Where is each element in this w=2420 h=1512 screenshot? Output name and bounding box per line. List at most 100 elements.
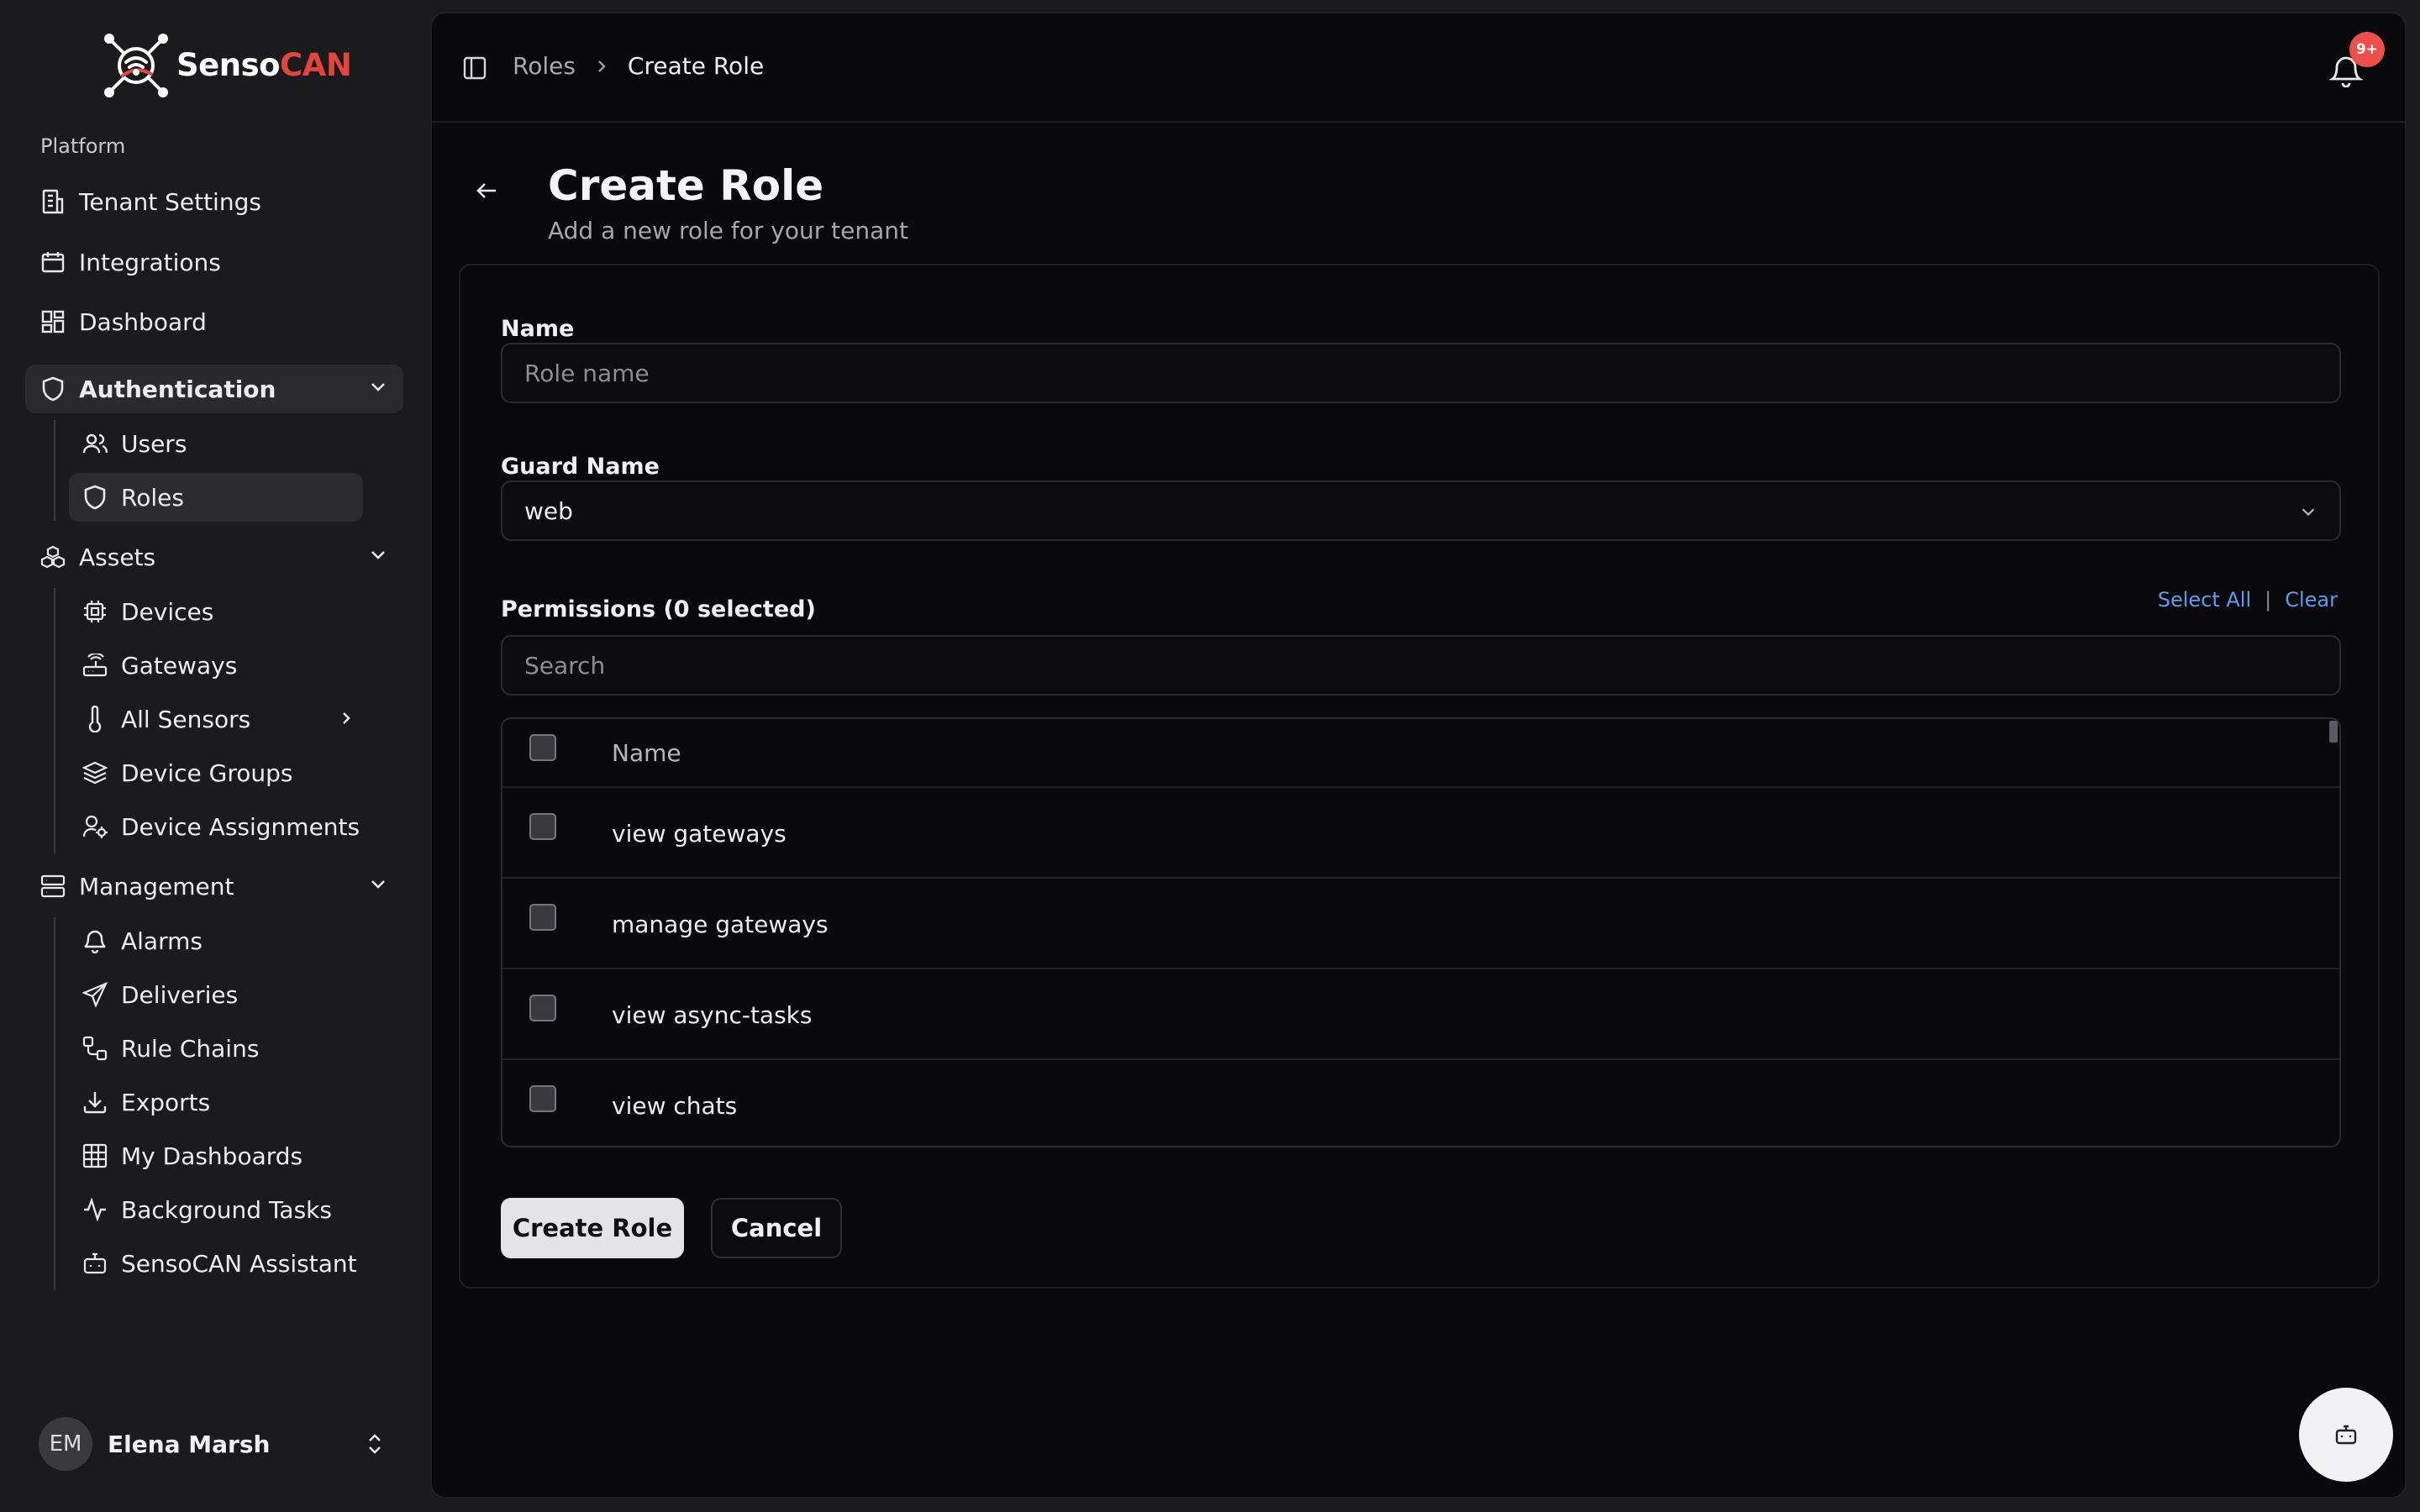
clear-link[interactable]: Clear — [2285, 588, 2338, 612]
tree-line-assets — [54, 588, 55, 853]
users-icon — [81, 429, 109, 458]
permissions-search-input[interactable]: Search — [501, 635, 2341, 696]
sidebar-item-background-tasks[interactable]: Background Tasks — [69, 1185, 363, 1234]
table-row[interactable]: manage gateways — [502, 879, 2339, 969]
app-logo-text: SensoCAN — [176, 46, 352, 83]
breadcrumb-roles-link[interactable]: Roles — [513, 52, 576, 80]
breadcrumb: Roles Create Role — [513, 52, 764, 80]
role-name-input[interactable]: Role name — [501, 343, 2341, 403]
thermometer-icon — [81, 705, 109, 733]
avatar: EM — [39, 1417, 92, 1471]
section-label-platform: Platform — [40, 134, 126, 158]
sidebar: SensoCAN Platform Tenant Settings Integr… — [0, 0, 430, 1512]
bot-icon — [81, 1249, 109, 1278]
table-scrollbar[interactable] — [2329, 721, 2338, 743]
sidebar-item-deliveries[interactable]: Deliveries — [69, 970, 363, 1019]
sidebar-item-users[interactable]: Users — [69, 419, 363, 468]
bot-icon — [2333, 1423, 2359, 1446]
layers-icon — [81, 759, 109, 787]
permission-name: view gateways — [612, 820, 786, 848]
download-icon — [81, 1088, 109, 1116]
select-all-link[interactable]: Select All — [2158, 588, 2251, 612]
table-row[interactable]: view gateways — [502, 788, 2339, 879]
sidebar-group-assets[interactable]: Assets — [25, 533, 403, 581]
chevron-down-icon — [2299, 502, 2317, 521]
sidebar-item-rule-chains[interactable]: Rule Chains — [69, 1024, 363, 1073]
sidebar-group-management[interactable]: Management — [25, 862, 403, 911]
page-title: Create Role — [548, 161, 824, 210]
sidebar-toggle-icon[interactable] — [462, 55, 487, 81]
permission-name: manage gateways — [612, 911, 829, 938]
sidebar-item-dashboard[interactable]: Dashboard — [25, 297, 403, 346]
row-checkbox[interactable] — [529, 995, 556, 1021]
row-checkbox[interactable] — [529, 813, 556, 840]
shield-icon — [39, 375, 67, 403]
sensocan-logo-icon — [101, 32, 171, 97]
chevron-right-icon[interactable] — [336, 708, 356, 728]
sidebar-item-my-dashboards[interactable]: My Dashboards — [69, 1131, 363, 1180]
back-arrow-icon[interactable] — [474, 178, 499, 203]
user-name: Elena Marsh — [108, 1430, 271, 1458]
workflow-icon — [81, 1034, 109, 1063]
boxes-icon — [39, 543, 67, 571]
name-label: Name — [501, 316, 575, 342]
permission-name: view async-tasks — [612, 1001, 813, 1029]
sidebar-item-roles[interactable]: Roles — [69, 473, 363, 522]
table-grid-icon — [81, 1142, 109, 1170]
shield-icon — [81, 483, 109, 512]
sidebar-item-alarms[interactable]: Alarms — [69, 916, 363, 965]
tree-line-authentication — [54, 420, 55, 521]
send-icon — [81, 980, 109, 1009]
user-cog-icon — [81, 812, 109, 841]
sidebar-item-devices[interactable]: Devices — [69, 587, 363, 636]
router-icon — [81, 651, 109, 680]
sidebar-item-sensocan-assistant[interactable]: SensoCAN Assistant — [69, 1239, 363, 1288]
breadcrumb-current: Create Role — [627, 52, 765, 80]
sidebar-item-gateways[interactable]: Gateways — [69, 641, 363, 690]
create-role-form: Name Role name Guard Name web Permission… — [459, 264, 2380, 1289]
assistant-fab-button[interactable] — [2299, 1388, 2393, 1482]
chevron-down-icon — [368, 376, 388, 396]
cancel-button[interactable]: Cancel — [711, 1198, 842, 1258]
building-icon — [39, 187, 67, 216]
user-menu[interactable]: EM Elena Marsh — [39, 1416, 392, 1472]
chevrons-up-down-icon — [365, 1431, 385, 1457]
permissions-actions: Select All | Clear — [2158, 588, 2338, 612]
select-all-checkbox[interactable] — [529, 734, 556, 761]
permissions-label: Permissions (0 selected) — [501, 596, 816, 622]
top-bar: Roles Create Role 9+ — [432, 13, 2405, 123]
main-panel: Roles Create Role 9+ Create Role Add a n… — [430, 12, 2407, 1499]
row-checkbox[interactable] — [529, 904, 556, 931]
sidebar-item-all-sensors[interactable]: All Sensors — [69, 695, 363, 743]
tree-line-management — [54, 917, 55, 1290]
guard-name-value: web — [524, 496, 573, 525]
bell-icon — [81, 927, 109, 955]
separator: | — [2265, 588, 2272, 612]
page-subtitle: Add a new role for your tenant — [548, 217, 908, 244]
table-header-row: Name — [502, 719, 2339, 788]
table-row[interactable]: view async-tasks — [502, 969, 2339, 1060]
create-role-button[interactable]: Create Role — [501, 1198, 684, 1258]
sidebar-item-integrations[interactable]: Integrations — [25, 238, 403, 286]
permission-name: view chats — [612, 1092, 738, 1120]
row-checkbox[interactable] — [529, 1085, 556, 1112]
guard-name-select[interactable]: web — [501, 480, 2341, 541]
sidebar-group-authentication[interactable]: Authentication — [25, 365, 403, 413]
activity-icon — [81, 1195, 109, 1224]
sidebar-item-tenant-settings[interactable]: Tenant Settings — [25, 177, 403, 226]
chevron-right-icon — [594, 57, 609, 76]
app-logo[interactable]: SensoCAN — [101, 32, 352, 97]
column-header-name: Name — [612, 739, 681, 767]
chevron-down-icon — [368, 874, 388, 894]
sidebar-item-exports[interactable]: Exports — [69, 1078, 363, 1126]
server-icon — [39, 872, 67, 900]
permissions-table: Name view gateways manage gateways view … — [501, 717, 2341, 1147]
table-row[interactable]: view chats — [502, 1060, 2339, 1146]
guard-name-label: Guard Name — [501, 454, 660, 480]
sidebar-item-device-assignments[interactable]: Device Assignments — [69, 802, 363, 851]
calendar-icon — [39, 248, 67, 276]
sidebar-item-device-groups[interactable]: Device Groups — [69, 748, 363, 797]
cpu-icon — [81, 597, 109, 626]
layout-grid-icon — [39, 307, 67, 336]
notification-badge: 9+ — [2349, 32, 2385, 67]
